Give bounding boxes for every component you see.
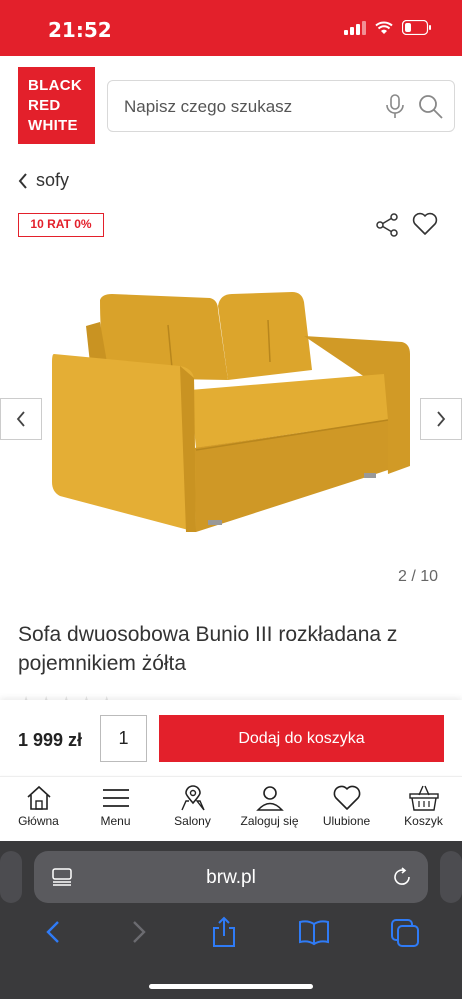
share-icon[interactable]	[210, 916, 238, 948]
wifi-icon	[375, 21, 393, 34]
home-indicator[interactable]	[149, 984, 313, 989]
nav-item-favorites[interactable]: Ulubione	[308, 777, 385, 841]
status-bar: 21:52	[0, 0, 462, 56]
logo-line: BLACK	[28, 77, 82, 94]
nav-item-login[interactable]: Zaloguj się	[231, 777, 308, 841]
gallery-prev-button[interactable]	[0, 398, 42, 440]
nav-label: Główna	[18, 814, 59, 828]
url-text: brw.pl	[206, 867, 256, 888]
nav-label: Ulubione	[322, 814, 371, 828]
prev-tab-preview[interactable]	[0, 851, 22, 903]
search-box[interactable]	[107, 80, 455, 132]
product-title: Sofa dwuosobowa Bunio III rozkładana z p…	[18, 623, 398, 675]
product-gallery[interactable]	[0, 270, 462, 570]
image-counter: 2 / 10	[397, 568, 438, 585]
next-tab-preview[interactable]	[440, 851, 462, 903]
nav-item-menu[interactable]: Menu	[77, 777, 154, 841]
nav-item-home[interactable]: Główna	[0, 777, 77, 841]
brand-logo[interactable]: BLACK RED WHITE	[18, 67, 95, 144]
user-icon	[255, 786, 284, 811]
signal-icon	[344, 20, 366, 35]
add-to-cart-bar: 1 999 zł Dodaj do koszyka	[0, 700, 462, 775]
chevron-left-icon	[18, 172, 27, 189]
logo-line: RED	[28, 97, 61, 114]
gallery-next-button[interactable]	[420, 398, 462, 440]
basket-icon	[408, 785, 439, 811]
browser-chrome: brw.pl	[0, 841, 462, 999]
search-input[interactable]	[124, 94, 374, 120]
chevron-right-icon	[437, 411, 446, 427]
nav-label: Salony	[174, 814, 211, 828]
map-pin-icon	[180, 785, 205, 811]
logo-line: WHITE	[28, 117, 78, 134]
tabs-icon[interactable]	[390, 916, 420, 948]
browser-toolbar	[0, 916, 462, 948]
heart-icon	[333, 785, 360, 810]
add-to-cart-button[interactable]: Dodaj do koszyka	[159, 715, 444, 762]
product-image	[52, 292, 410, 532]
status-icons	[344, 20, 432, 35]
forward-icon[interactable]	[126, 916, 150, 948]
installments-badge: 10 RAT 0%	[18, 213, 104, 237]
status-time: 21:52	[48, 18, 112, 42]
favorite-heart-icon[interactable]	[412, 212, 438, 236]
breadcrumb-label: sofy	[36, 170, 70, 190]
nav-label: Menu	[100, 814, 131, 828]
chevron-left-icon	[16, 411, 25, 427]
address-bar[interactable]: brw.pl	[34, 851, 428, 903]
share-icon[interactable]	[375, 213, 399, 237]
search-icon[interactable]	[418, 94, 444, 120]
nav-item-cart[interactable]: Koszyk	[385, 777, 462, 841]
nav-label: Koszyk	[404, 814, 443, 828]
bottom-navigation: Główna Menu Salony Zaloguj się Ulubione	[0, 776, 462, 841]
microphone-icon[interactable]	[385, 94, 405, 120]
reload-icon[interactable]	[392, 867, 412, 887]
battery-icon	[402, 20, 431, 35]
product-price: 1 999 zł	[18, 730, 83, 750]
breadcrumb-back[interactable]: sofy	[18, 170, 69, 191]
bookmarks-icon[interactable]	[298, 916, 330, 948]
home-icon	[26, 785, 51, 810]
nav-label: Zaloguj się	[240, 814, 299, 828]
quantity-input[interactable]	[100, 715, 147, 762]
menu-icon	[102, 789, 129, 807]
back-icon[interactable]	[42, 916, 66, 948]
nav-item-stores[interactable]: Salony	[154, 777, 231, 841]
